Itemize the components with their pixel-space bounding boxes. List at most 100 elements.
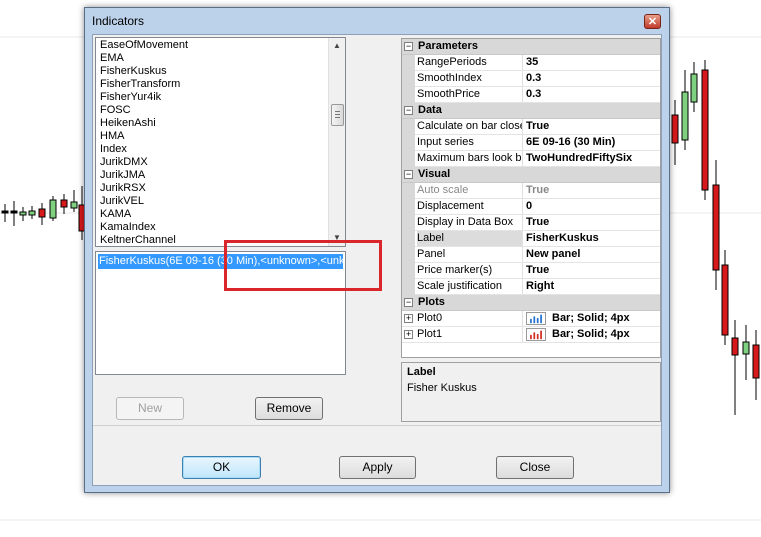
list-item[interactable]: FisherKuskus bbox=[100, 65, 167, 78]
list-scrollbar[interactable]: ▲ ▼ bbox=[328, 38, 345, 246]
property-value[interactable]: True bbox=[526, 183, 658, 198]
category-visual[interactable]: − Visual bbox=[402, 167, 660, 183]
category-plots[interactable]: − Plots bbox=[402, 295, 660, 311]
property-row-calculate-on-bar-close[interactable]: Calculate on bar close True bbox=[402, 119, 660, 135]
property-name: RangePeriods bbox=[417, 55, 523, 70]
category-parameters[interactable]: − Parameters bbox=[402, 39, 660, 55]
new-button[interactable]: New bbox=[116, 397, 184, 420]
row-gutter bbox=[402, 279, 415, 295]
property-value[interactable]: Right bbox=[526, 279, 658, 294]
property-name: Displacement bbox=[417, 199, 523, 214]
dialog-title: Indicators bbox=[92, 14, 145, 28]
property-value[interactable]: 0.3 bbox=[526, 87, 658, 102]
list-item[interactable]: KAMA bbox=[100, 208, 131, 221]
list-item[interactable]: Index bbox=[100, 143, 127, 156]
property-value[interactable]: True bbox=[526, 263, 658, 278]
collapse-icon[interactable]: − bbox=[404, 106, 413, 115]
property-row-scale-justification[interactable]: Scale justification Right bbox=[402, 279, 660, 295]
row-gutter bbox=[402, 71, 415, 87]
property-grid[interactable]: − Parameters RangePeriods 35 SmoothIndex… bbox=[401, 38, 661, 358]
property-row-price-markers[interactable]: Price marker(s) True bbox=[402, 263, 660, 279]
property-name: Label bbox=[417, 231, 523, 246]
property-name: Calculate on bar close bbox=[417, 119, 523, 134]
bar-plot-icon bbox=[526, 328, 546, 341]
grip-line bbox=[335, 117, 340, 118]
property-name: Price marker(s) bbox=[417, 263, 523, 278]
remove-button[interactable]: Remove bbox=[255, 397, 323, 420]
collapse-icon[interactable]: − bbox=[404, 42, 413, 51]
list-item[interactable]: FOSC bbox=[100, 104, 131, 117]
list-item[interactable]: JurikVEL bbox=[100, 195, 144, 208]
row-gutter bbox=[402, 263, 415, 279]
property-row-plot1[interactable]: + Plot1 Bar; Solid; 4px bbox=[402, 327, 660, 343]
row-gutter bbox=[402, 135, 415, 151]
list-item[interactable]: JurikJMA bbox=[100, 169, 145, 182]
expand-icon[interactable]: + bbox=[404, 330, 413, 339]
property-name: Panel bbox=[417, 247, 523, 262]
list-item[interactable]: EaseOfMovement bbox=[100, 39, 188, 52]
property-value[interactable]: 0 bbox=[526, 199, 658, 214]
property-value[interactable]: 6E 09-16 (30 Min) bbox=[526, 135, 658, 150]
list-item[interactable]: JurikRSX bbox=[100, 182, 146, 195]
category-label: Plots bbox=[418, 296, 445, 308]
list-item[interactable]: FisherYur4ik bbox=[100, 91, 161, 104]
property-name: Display in Data Box bbox=[417, 215, 523, 230]
property-name: SmoothIndex bbox=[417, 71, 523, 86]
property-value[interactable]: Bar; Solid; 4px bbox=[552, 311, 684, 326]
row-gutter bbox=[402, 87, 415, 103]
list-item[interactable]: HMA bbox=[100, 130, 124, 143]
list-item[interactable]: HeikenAshi bbox=[100, 117, 156, 130]
property-row-label[interactable]: Label FisherKuskus bbox=[402, 231, 660, 247]
list-item[interactable]: KamaIndex bbox=[100, 221, 156, 234]
close-button[interactable]: Close bbox=[496, 456, 574, 479]
highlight-annotation bbox=[224, 240, 382, 291]
property-value[interactable]: TwoHundredFiftySix bbox=[526, 151, 658, 166]
property-row-panel[interactable]: Panel New panel bbox=[402, 247, 660, 263]
list-item[interactable]: KeltnerChannel bbox=[100, 234, 176, 246]
bar-plot-icon bbox=[526, 312, 546, 325]
category-label: Visual bbox=[418, 168, 451, 180]
property-value[interactable]: True bbox=[526, 215, 658, 230]
property-value[interactable]: New panel bbox=[526, 247, 658, 262]
collapse-icon[interactable]: − bbox=[404, 298, 413, 307]
row-gutter bbox=[402, 183, 415, 199]
indicator-list[interactable]: EaseOfMovement EMA FisherKuskus FisherTr… bbox=[95, 37, 346, 247]
ok-button[interactable]: OK bbox=[182, 456, 261, 479]
property-name: Auto scale bbox=[417, 183, 523, 198]
apply-button[interactable]: Apply bbox=[339, 456, 416, 479]
property-description: Label Fisher Kuskus bbox=[401, 362, 661, 422]
expand-icon[interactable]: + bbox=[404, 314, 413, 323]
list-item[interactable]: FisherTransform bbox=[100, 78, 180, 91]
scroll-up-icon[interactable]: ▲ bbox=[329, 38, 345, 54]
description-text: Fisher Kuskus bbox=[407, 382, 477, 394]
property-row-display-in-data-box[interactable]: Display in Data Box True bbox=[402, 215, 660, 231]
property-row-displacement[interactable]: Displacement 0 bbox=[402, 199, 660, 215]
property-value[interactable]: Bar; Solid; 4px bbox=[552, 327, 684, 342]
property-row-maximum-bars-look-back[interactable]: Maximum bars look back TwoHundredFiftySi… bbox=[402, 151, 660, 167]
scroll-thumb[interactable] bbox=[331, 104, 344, 126]
collapse-icon[interactable]: − bbox=[404, 170, 413, 179]
row-gutter bbox=[402, 215, 415, 231]
property-value[interactable]: 0.3 bbox=[526, 71, 658, 86]
property-row-auto-scale[interactable]: Auto scale True bbox=[402, 183, 660, 199]
row-gutter bbox=[402, 231, 415, 247]
property-value[interactable]: FisherKuskus bbox=[526, 231, 658, 246]
property-row-plot0[interactable]: + Plot0 Bar; Solid; 4px bbox=[402, 311, 660, 327]
property-row-smoothprice[interactable]: SmoothPrice 0.3 bbox=[402, 87, 660, 103]
property-value[interactable]: True bbox=[526, 119, 658, 134]
property-value[interactable]: 35 bbox=[526, 55, 658, 70]
list-item[interactable]: JurikDMX bbox=[100, 156, 148, 169]
grip-line bbox=[335, 114, 340, 115]
property-row-smoothindex[interactable]: SmoothIndex 0.3 bbox=[402, 71, 660, 87]
property-row-rangeperiods[interactable]: RangePeriods 35 bbox=[402, 55, 660, 71]
close-icon[interactable]: ✕ bbox=[644, 14, 661, 29]
category-data[interactable]: − Data bbox=[402, 103, 660, 119]
row-gutter bbox=[402, 247, 415, 263]
property-name: Input series bbox=[417, 135, 523, 150]
dialog-titlebar[interactable]: Indicators ✕ bbox=[85, 8, 669, 32]
property-name: Plot1 bbox=[417, 327, 523, 342]
candles-right bbox=[671, 60, 760, 415]
list-item[interactable]: EMA bbox=[100, 52, 124, 65]
property-row-input-series[interactable]: Input series 6E 09-16 (30 Min) bbox=[402, 135, 660, 151]
description-title: Label bbox=[407, 366, 436, 378]
